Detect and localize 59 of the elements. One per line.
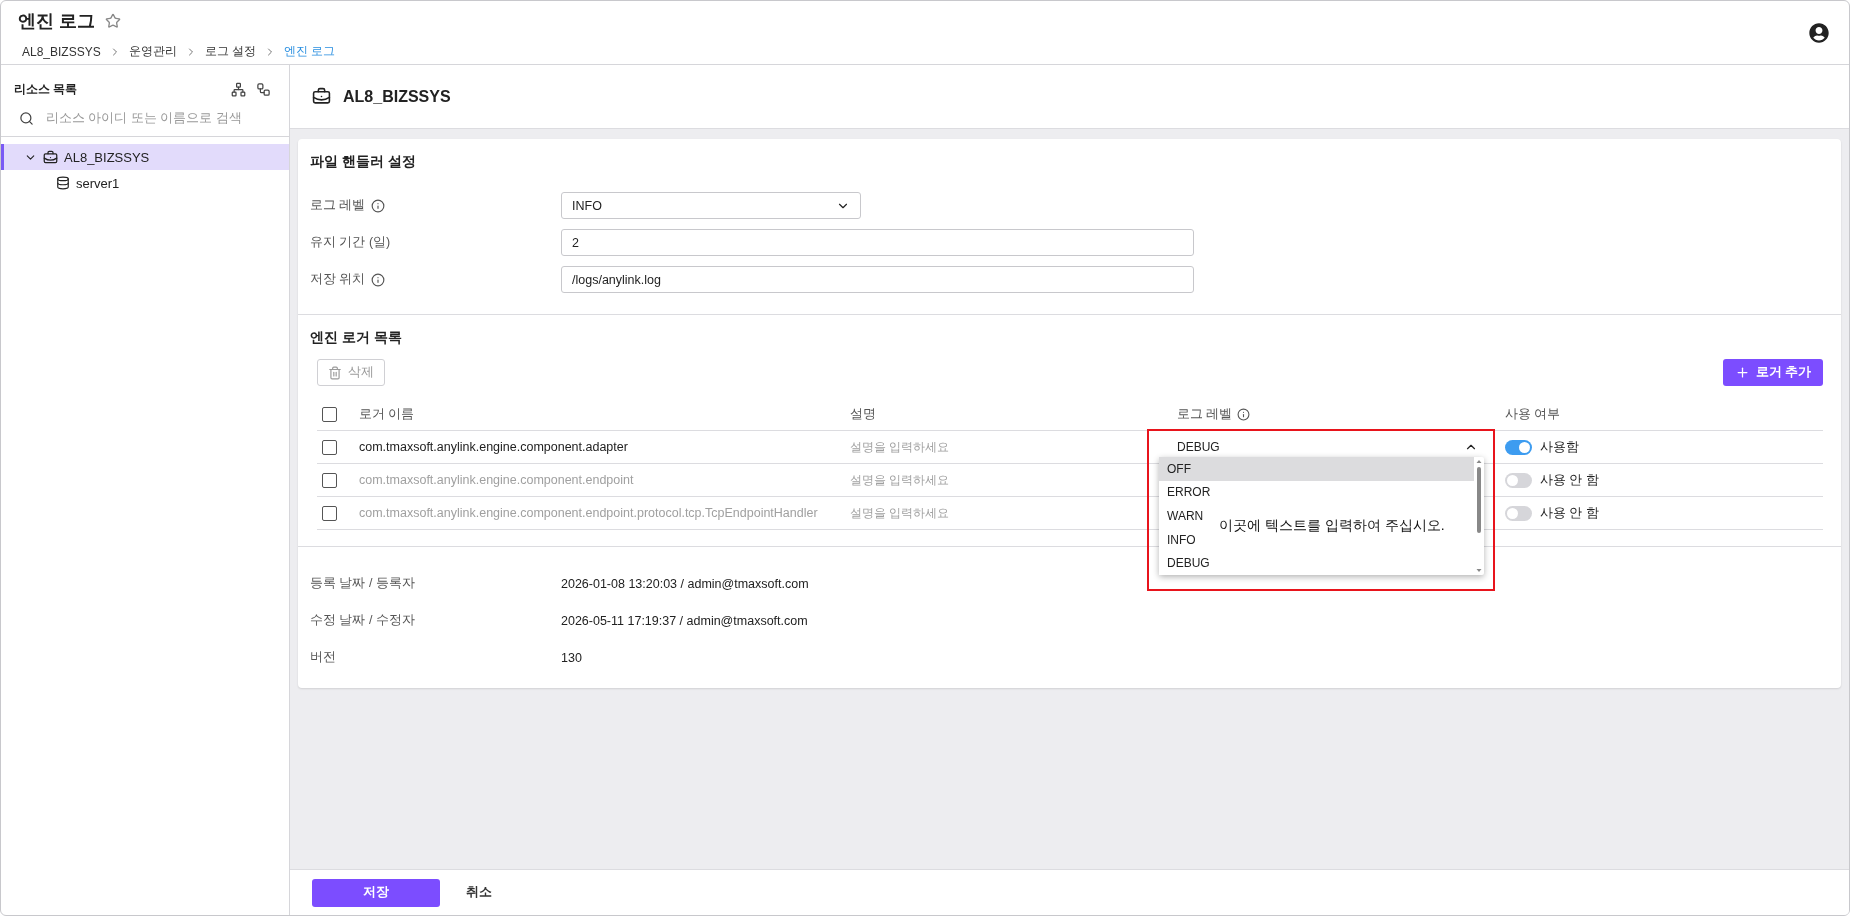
tree-item[interactable]: AL8_BIZSSYS bbox=[1, 144, 289, 170]
logger-name: com.tmaxsoft.anylink.engine.component.adapter bbox=[359, 440, 629, 454]
meta-value: 2026-01-08 13:20:03 / admin@tmaxsoft.com bbox=[561, 576, 810, 591]
text-input[interactable]: 2 bbox=[561, 229, 1194, 256]
checkbox[interactable] bbox=[322, 472, 337, 488]
column-header: 로거 이름 bbox=[359, 405, 415, 423]
toggle-label: 사용 안 함 bbox=[1540, 471, 1599, 489]
section-title: 파일 핸들러 설정 bbox=[310, 153, 417, 171]
hierarchy-icon[interactable] bbox=[231, 82, 246, 97]
add-logger-button[interactable]: 로거 추가 bbox=[1722, 359, 1823, 386]
trash-icon bbox=[328, 365, 342, 380]
breadcrumb-link[interactable]: AL8_BIZSSYS bbox=[22, 44, 101, 59]
sidebar-title: 리소스 목록 bbox=[14, 81, 78, 98]
level-select[interactable]: INFO bbox=[561, 192, 861, 219]
breadcrumb-link[interactable]: 엔진 로그 bbox=[284, 43, 336, 60]
briefcase-icon bbox=[43, 149, 58, 165]
star-icon[interactable] bbox=[105, 13, 121, 29]
briefcase-icon bbox=[312, 87, 331, 106]
checkbox[interactable] bbox=[322, 505, 337, 521]
field-label: 유지 기간 (일) bbox=[310, 234, 391, 251]
user-avatar-icon[interactable] bbox=[1809, 23, 1829, 43]
toggle-switch[interactable] bbox=[1505, 505, 1532, 521]
save-button[interactable]: 저장 bbox=[312, 878, 440, 907]
plus-icon bbox=[1734, 365, 1750, 380]
toggle-label: 사용 안 함 bbox=[1540, 504, 1599, 522]
level-select[interactable]: DEBUG bbox=[1177, 440, 1478, 454]
checkbox[interactable] bbox=[322, 406, 337, 422]
info-icon[interactable] bbox=[371, 198, 386, 213]
logger-name: com.tmaxsoft.anylink.engine.component.endpoint.protocol.tcp.TcpEndpointHandler bbox=[359, 506, 819, 520]
page-title: 엔진 로그 bbox=[18, 10, 95, 33]
info-icon[interactable] bbox=[371, 272, 386, 287]
breadcrumb-link[interactable]: 운영관리 bbox=[128, 43, 177, 60]
breadcrumb-link[interactable]: 로그 설정 bbox=[204, 43, 257, 60]
info-icon[interactable] bbox=[1237, 407, 1251, 421]
meta-label: 등록 날짜 / 등록자 bbox=[310, 575, 416, 592]
text-input[interactable]: /logs/anylink.log bbox=[561, 266, 1194, 293]
column-header: 사용 여부 bbox=[1505, 405, 1561, 423]
logger-name: com.tmaxsoft.anylink.engine.component.endpoint bbox=[359, 473, 635, 487]
cancel-button[interactable]: 취소 bbox=[462, 878, 496, 907]
meta-value: 130 bbox=[561, 650, 583, 665]
toggle-label: 사용함 bbox=[1540, 438, 1579, 456]
field-label: 저장 위치 bbox=[310, 271, 366, 288]
nodes-icon[interactable] bbox=[256, 82, 271, 97]
checkbox[interactable] bbox=[322, 439, 337, 455]
resource-title: AL8_BIZSSYS bbox=[343, 87, 451, 106]
column-header: 로그 레벨 bbox=[1177, 405, 1233, 423]
toggle-switch[interactable] bbox=[1505, 472, 1532, 488]
meta-label: 수정 날짜 / 수정자 bbox=[310, 612, 416, 629]
meta-label: 버전 bbox=[310, 649, 337, 666]
menu-option[interactable]: OFF bbox=[1159, 457, 1474, 481]
field-label: 로그 레벨 bbox=[310, 197, 366, 214]
toggle-switch[interactable] bbox=[1505, 439, 1532, 455]
meta-value: 2026-05-11 17:19:37 / admin@tmaxsoft.com bbox=[561, 613, 809, 628]
search-icon bbox=[19, 110, 34, 126]
section-title: 엔진 로거 목록 bbox=[310, 329, 403, 347]
column-header: 설명 bbox=[850, 405, 876, 423]
menu-option[interactable]: DEBUG bbox=[1159, 551, 1474, 575]
tree-item[interactable]: server1 bbox=[1, 170, 289, 196]
database-icon bbox=[56, 176, 70, 190]
